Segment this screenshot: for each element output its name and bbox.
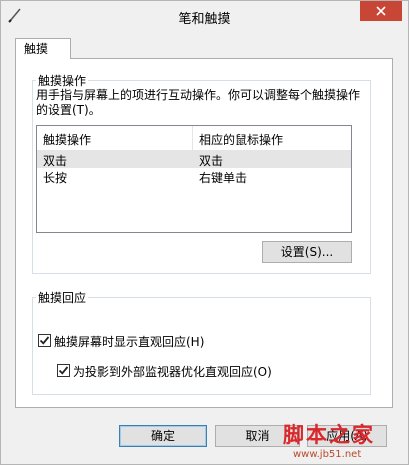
touch-actions-group-label: 触摸操作 — [36, 72, 89, 89]
column-divider[interactable] — [192, 126, 193, 150]
touch-feedback-group-label: 触摸回应 — [36, 289, 89, 306]
close-icon — [376, 6, 386, 16]
show-visual-feedback-checkbox[interactable] — [38, 334, 51, 347]
mouse-action-cell: 双击 — [199, 154, 224, 168]
column-header-mouse-action[interactable]: 相应的鼠标操作 — [199, 131, 283, 148]
watermark: 脚本之家 www.jb51.net — [283, 419, 375, 460]
list-item[interactable]: 长按 右键单击 — [37, 168, 351, 185]
touch-action-cell: 双击 — [43, 154, 68, 168]
checkmark-icon — [58, 366, 69, 375]
optimize-projection-checkbox[interactable] — [57, 364, 70, 377]
window-title: 笔和触摸 — [178, 12, 231, 27]
touch-actions-description: 用手指与屏幕上的项进行互动操作。你可以调整每个触摸操作的设置(T)。 — [36, 88, 361, 117]
watermark-text: 脚本之家 — [283, 422, 375, 447]
show-visual-feedback-label[interactable]: 触摸屏幕时显示直观回应(H) — [54, 333, 204, 350]
optimize-projection-label[interactable]: 为投影到外部监视器优化直观回应(O) — [73, 363, 272, 380]
touch-action-cell: 长按 — [43, 171, 68, 185]
tab-touch[interactable]: 触摸 — [15, 38, 71, 59]
settings-button[interactable]: 设置(S)... — [262, 241, 352, 263]
mouse-action-cell: 右键单击 — [199, 171, 248, 185]
pen-and-touch-dialog: 笔和触摸 触摸 触摸操作 用手指与屏幕上的项进行互动操作。你可以调整每个触摸操作… — [0, 0, 409, 465]
watermark-url: www.jb51.net — [293, 449, 362, 460]
title-bar[interactable]: 笔和触摸 — [1, 1, 408, 31]
touch-actions-list[interactable]: 触摸操作 相应的鼠标操作 双击 双击 长按 右键单击 — [36, 125, 352, 233]
list-header: 触摸操作 相应的鼠标操作 — [37, 126, 351, 151]
column-header-touch-action[interactable]: 触摸操作 — [43, 131, 91, 148]
checkmark-icon — [39, 336, 50, 345]
ok-button[interactable]: 确定 — [119, 425, 207, 447]
list-item[interactable]: 双击 双击 — [37, 151, 351, 168]
close-button[interactable] — [360, 1, 402, 21]
